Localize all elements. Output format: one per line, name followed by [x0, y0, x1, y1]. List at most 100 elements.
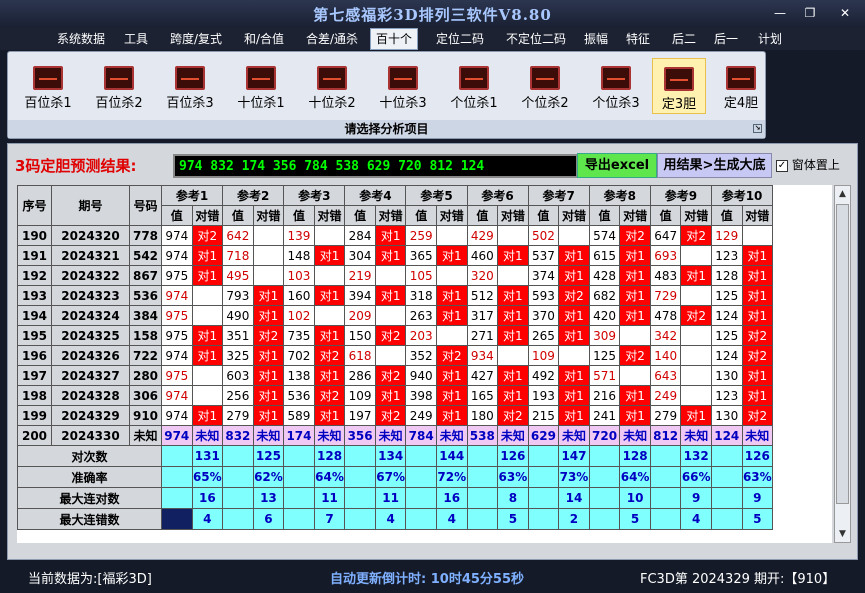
menu-item[interactable]: 百十个 — [370, 28, 418, 50]
close-button[interactable]: ✕ — [835, 5, 855, 21]
restore-button[interactable]: ❐ — [800, 5, 820, 21]
hit-cell — [435, 325, 468, 346]
tool-button[interactable]: 个位杀2 — [513, 58, 577, 114]
tool-button[interactable]: 百位杀1 — [16, 58, 80, 114]
menu-item[interactable]: 和/合值 — [236, 29, 292, 49]
tool-button[interactable]: 十位杀3 — [371, 58, 435, 114]
menu-item[interactable]: 振幅 — [576, 29, 616, 49]
table-row[interactable]: 197 2024327 280 975 603 对1 138 对1 286 对2 940 对1 427 对… — [17, 365, 774, 386]
value-cell: 974 — [161, 385, 193, 406]
table-row[interactable]: 193 2024323 536 974 793 对1 160 对1 394 对1 318 对1 512 对… — [17, 285, 774, 306]
minimize-button[interactable]: — — [770, 5, 790, 21]
hit-subheader: 对错 — [313, 205, 346, 226]
seq-cell: 190 — [17, 225, 52, 246]
stats-spacer — [649, 508, 682, 530]
menu-item[interactable]: 后二 — [664, 29, 704, 49]
menu-item[interactable]: 不定位二码 — [494, 29, 578, 49]
table-row[interactable]: 195 2024325 158 975 对1 351 对2 735 对1 150 对2 203 271 对… — [17, 325, 774, 346]
value-cell: 642 — [222, 225, 254, 246]
number-cell: 280 — [129, 365, 162, 386]
tool-button-label: 十位杀3 — [379, 96, 427, 111]
tool-button[interactable]: 百位杀3 — [158, 58, 222, 114]
value-cell: 265 — [527, 325, 560, 346]
seq-cell: 199 — [17, 405, 52, 426]
update-countdown: 自动更新倒计时: 10时45分55秒 — [330, 572, 524, 587]
table-row[interactable]: 198 2024328 306 974 256 对1 536 对2 109 对1 398 对1 165 对… — [17, 385, 774, 406]
stats-value: 11 — [374, 487, 407, 509]
scroll-thumb[interactable] — [836, 204, 849, 504]
pin-window-checkbox[interactable]: ✓ 窗体置上 — [776, 156, 840, 173]
tool-button[interactable]: 十位杀2 — [300, 58, 364, 114]
value-cell: 934 — [466, 345, 499, 366]
hit-cell — [313, 225, 346, 246]
scroll-down-icon[interactable]: ▼ — [835, 526, 850, 542]
hit-cell — [680, 345, 712, 366]
chart-monitor-icon — [726, 66, 756, 90]
table-row[interactable]: 190 2024320 778 974 对2 642 139 284 对1 259 429 502 57… — [17, 225, 774, 246]
stats-value: 14 — [558, 487, 590, 509]
chart-monitor-icon — [388, 66, 418, 90]
table-row[interactable]: 199 2024329 910 974 对1 279 对1 589 对1 197 对2 249 对1 18… — [17, 405, 774, 426]
menu-item[interactable]: 系统数据 — [45, 29, 117, 49]
value-cell: 940 — [405, 365, 437, 386]
stats-spacer — [710, 445, 743, 467]
stats-value: 128 — [619, 445, 651, 467]
stats-spacer — [344, 466, 376, 488]
menu-item[interactable]: 定位二码 — [425, 29, 495, 49]
tool-button[interactable]: 个位杀1 — [442, 58, 506, 114]
issue-header: 期号 — [51, 185, 130, 226]
hit-cell: 未知 — [558, 425, 590, 446]
value-cell: 160 — [283, 285, 315, 306]
hit-cell — [680, 385, 712, 406]
value-subheader: 值 — [588, 205, 621, 226]
menu-item[interactable]: 计划 — [750, 29, 790, 49]
expand-corner-icon[interactable]: ↘ — [753, 124, 762, 133]
table-row[interactable]: 192 2024322 867 975 对1 495 103 219 105 320 374 对1 42… — [17, 265, 774, 286]
hit-cell: 对1 — [435, 405, 468, 426]
menu-item[interactable]: 工具 — [116, 29, 156, 49]
stats-value: 131 — [191, 445, 224, 467]
menu-item[interactable]: 合差/通杀 — [297, 29, 367, 49]
tool-button[interactable]: 个位杀3 — [584, 58, 648, 114]
table-row[interactable]: 196 2024326 722 974 对1 325 对1 702 对2 618 352 对2 934 1… — [17, 345, 774, 366]
prediction-row[interactable]: 200 2024330 未知 974 未知 832 未知 174 未知 356 未知 784 未知 538… — [17, 425, 774, 446]
stats-spacer — [466, 508, 499, 530]
vertical-scrollbar[interactable]: ▲ ▼ — [834, 185, 851, 543]
value-cell: 729 — [649, 285, 682, 306]
tool-button[interactable]: 定3胆 — [652, 58, 706, 114]
menu-item[interactable]: 特征 — [618, 29, 658, 49]
hit-subheader: 对错 — [497, 205, 529, 226]
hit-cell: 对1 — [741, 265, 774, 286]
value-cell: 284 — [344, 225, 376, 246]
reference-header: 参考1 — [160, 185, 224, 206]
value-cell: 974 — [161, 425, 193, 446]
chart-monitor-icon — [601, 66, 631, 90]
prediction-result-field[interactable]: 974 832 174 356 784 538 629 720 812 124 — [173, 154, 578, 178]
hit-cell: 对1 — [252, 305, 285, 326]
value-cell: 975 — [161, 265, 193, 286]
checkbox-icon[interactable]: ✓ — [776, 159, 788, 172]
menu-item[interactable]: 后一 — [706, 29, 746, 49]
hit-cell: 对1 — [558, 385, 590, 406]
menu-item[interactable]: 跨度/复式 — [160, 29, 232, 49]
value-cell: 180 — [466, 405, 499, 426]
generate-base-button[interactable]: 用结果>生成大底 — [657, 153, 772, 178]
tool-button-label: 定4胆 — [723, 96, 759, 111]
chart-monitor-icon — [459, 66, 489, 90]
tool-button[interactable]: 百位杀2 — [87, 58, 151, 114]
hit-cell: 未知 — [191, 425, 224, 446]
scroll-up-icon[interactable]: ▲ — [835, 186, 850, 202]
stats-value: 5 — [741, 508, 774, 530]
stats-value: 4 — [435, 508, 468, 530]
table-row[interactable]: 191 2024321 542 974 对1 718 148 对1 304 对1 365 对1 460 对… — [17, 245, 774, 266]
status-bar: 当前数据为:[福彩3D] 自动更新倒计时: 10时45分55秒 FC3D第 20… — [0, 562, 865, 593]
hit-cell: 对1 — [435, 365, 468, 386]
hit-cell: 对2 — [741, 325, 774, 346]
export-excel-button[interactable]: 导出excel — [577, 153, 657, 178]
stats-value: 13 — [252, 487, 285, 509]
value-cell: 490 — [222, 305, 254, 326]
tool-button[interactable]: 定4胆 — [714, 58, 768, 114]
tool-button[interactable]: 十位杀1 — [229, 58, 293, 114]
hit-cell: 对2 — [680, 305, 712, 326]
table-row[interactable]: 194 2024324 384 975 490 对1 102 209 263 对1 317 对1 370… — [17, 305, 774, 326]
